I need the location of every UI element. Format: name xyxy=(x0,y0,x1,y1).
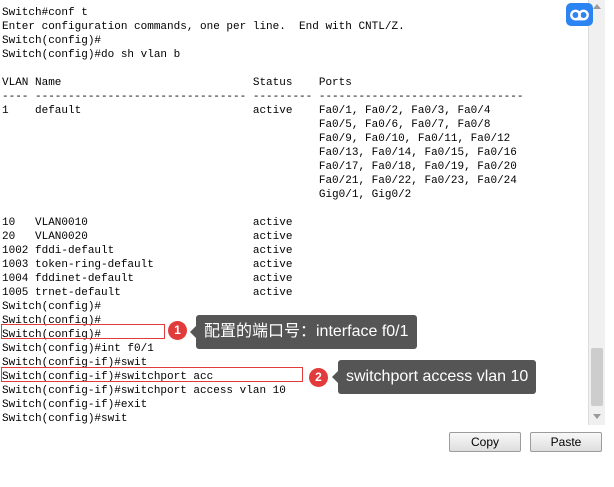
terminal-line: VLAN Name Status Ports xyxy=(2,77,352,89)
terminal-line: Switch#conf t xyxy=(2,7,88,19)
terminal-line: Switch(config)# xyxy=(2,35,102,47)
highlight-box-int-command xyxy=(1,324,165,339)
paste-button[interactable]: Paste xyxy=(530,432,602,452)
button-bar: Copy Paste xyxy=(0,425,614,487)
terminal-line: 20 VLAN0020 active xyxy=(2,231,293,243)
terminal-line: Fa0/17, Fa0/18, Fa0/19, Fa0/20 xyxy=(2,161,517,173)
terminal-line: Switch(config-if)#exit xyxy=(2,399,148,411)
scroll-down-arrow-icon[interactable] xyxy=(593,414,601,419)
terminal-line: 1 default active Fa0/1, Fa0/2, Fa0/3, Fa… xyxy=(2,105,491,117)
terminal-line: 1002 fddi-default active xyxy=(2,245,293,257)
terminal-line: 1003 token-ring-default active xyxy=(2,259,293,271)
terminal-line: Enter configuration commands, one per li… xyxy=(2,21,405,33)
annotation-callout-2: switchport access vlan 10 xyxy=(331,360,537,394)
terminal-line: Fa0/13, Fa0/14, Fa0/15, Fa0/16 xyxy=(2,147,517,159)
terminal-line: Switch(config)# xyxy=(2,301,102,313)
terminal-line: Fa0/9, Fa0/10, Fa0/11, Fa0/12 xyxy=(2,133,511,145)
terminal-line: Switch(config)#swit xyxy=(2,413,128,425)
terminal-line: 10 VLAN0010 active xyxy=(2,217,293,229)
vertical-scrollbar[interactable] xyxy=(588,0,605,425)
terminal-line: Fa0/21, Fa0/22, Fa0/23, Fa0/24 xyxy=(2,175,517,187)
annotation-badge-1: 1 xyxy=(168,321,187,340)
annotation-callout-1: 配置的端口号：interface f0/1 xyxy=(190,315,417,349)
terminal-line: Switch(config)#do sh vlan b xyxy=(2,49,181,61)
copy-button[interactable]: Copy xyxy=(449,432,521,452)
terminal-line: ---- -------------------------------- --… xyxy=(2,91,524,103)
highlight-box-access-vlan-command xyxy=(1,367,303,382)
terminal-line: 1004 fddinet-default active xyxy=(2,273,293,285)
terminal-line: Fa0/5, Fa0/6, Fa0/7, Fa0/8 xyxy=(2,119,491,131)
annotation-badge-2: 2 xyxy=(309,368,328,387)
terminal-line: 1005 trnet-default active xyxy=(2,287,293,299)
scrollbar-thumb[interactable] xyxy=(591,348,603,406)
baidu-netdisk-cloud-icon[interactable] xyxy=(566,3,593,26)
terminal-line: Gig0/1, Gig0/2 xyxy=(2,189,412,201)
scroll-up-arrow-icon[interactable] xyxy=(593,4,601,9)
